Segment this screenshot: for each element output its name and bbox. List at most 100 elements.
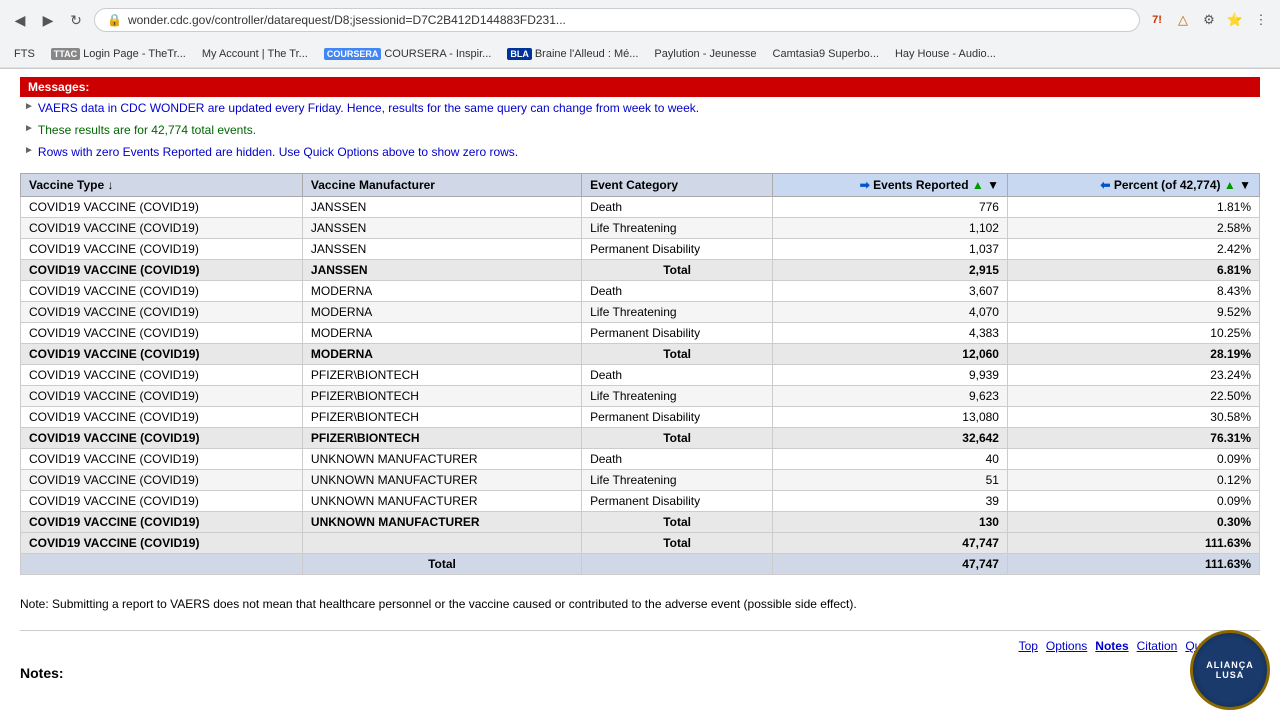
footer-link-citation[interactable]: Citation <box>1137 639 1178 653</box>
table-cell-manufacturer: PFIZER\BIONTECH <box>302 428 581 449</box>
table-cell-manufacturer: PFIZER\BIONTECH <box>302 365 581 386</box>
table-cell-vaccine-type: COVID19 VACCINE (COVID19) <box>21 533 303 554</box>
bookmark-fts[interactable]: FTS <box>8 46 41 62</box>
table-cell-vaccine-type: COVID19 VACCINE (COVID19) <box>21 281 303 302</box>
message-arrow-icon: ► <box>24 121 34 136</box>
message-text-3: Rows with zero Events Reported are hidde… <box>38 143 518 161</box>
bookmark-ttac[interactable]: TTAC Login Page - TheTr... <box>45 46 192 62</box>
table-cell-events: 3,607 <box>773 281 1008 302</box>
table-cell-vaccine-type: COVID19 VACCINE (COVID19) <box>21 218 303 239</box>
footer-link-notes[interactable]: Notes <box>1095 639 1128 653</box>
bookmark-hayhouse[interactable]: Hay House - Audio... <box>889 46 1002 62</box>
table-cell-category: Total <box>582 260 773 281</box>
table-cell-category: Death <box>582 365 773 386</box>
arrow-left-icon: ⬅ <box>1100 178 1110 192</box>
reload-button[interactable]: ↻ <box>64 8 88 32</box>
table-cell-events: 47,747 <box>773 554 1008 575</box>
forward-button[interactable]: ▶ <box>36 8 60 32</box>
table-cell-percent: 2.42% <box>1007 239 1259 260</box>
notes-heading: Notes: <box>20 661 1260 685</box>
col-header-event-category[interactable]: Event Category <box>582 174 773 197</box>
table-cell-manufacturer: UNKNOWN MANUFACTURER <box>302 449 581 470</box>
table-cell-category <box>582 554 773 575</box>
message-arrow-icon: ► <box>24 143 34 158</box>
table-cell-category: Permanent Disability <box>582 491 773 512</box>
table-cell-events: 2,915 <box>773 260 1008 281</box>
watermark-text: ALIANÇA LUSA <box>1206 660 1254 680</box>
table-cell-manufacturer: JANSSEN <box>302 239 581 260</box>
table-cell-percent: 0.09% <box>1007 491 1259 512</box>
bookmark-label: Camtasia9 Superbo... <box>773 48 879 60</box>
url-text: wonder.cdc.gov/controller/datarequest/D8… <box>128 13 1127 27</box>
table-cell-manufacturer: UNKNOWN MANUFACTURER <box>302 512 581 533</box>
table-cell-percent: 30.58% <box>1007 407 1259 428</box>
bookmark-coursera[interactable]: COURSERA COURSERA - Inspir... <box>318 46 498 62</box>
address-bar[interactable]: 🔒 wonder.cdc.gov/controller/datarequest/… <box>94 8 1140 32</box>
bookmark-camtasia[interactable]: Camtasia9 Superbo... <box>767 46 885 62</box>
table-cell-percent: 111.63% <box>1007 533 1259 554</box>
table-cell-category: Total <box>582 344 773 365</box>
table-cell-events: 9,623 <box>773 386 1008 407</box>
back-button[interactable]: ◀ <box>8 8 32 32</box>
table-cell-vaccine-type: COVID19 VACCINE (COVID19) <box>21 386 303 407</box>
table-cell-percent: 22.50% <box>1007 386 1259 407</box>
table-cell-events: 4,383 <box>773 323 1008 344</box>
table-cell-percent: 76.31% <box>1007 428 1259 449</box>
table-cell-category: Permanent Disability <box>582 239 773 260</box>
table-cell-events: 32,642 <box>773 428 1008 449</box>
table-cell-category: Total <box>582 512 773 533</box>
bookmark-label: COURSERA - Inspir... <box>384 48 491 60</box>
table-cell-vaccine-type: COVID19 VACCINE (COVID19) <box>21 407 303 428</box>
bookmark-myaccount[interactable]: My Account | The Tr... <box>196 46 314 62</box>
table-cell-category: Life Threatening <box>582 386 773 407</box>
table-cell-percent: 9.52% <box>1007 302 1259 323</box>
message-text-2: These results are for 42,774 total event… <box>38 121 256 139</box>
table-cell-events: 51 <box>773 470 1008 491</box>
note-section: Note: Submitting a report to VAERS does … <box>20 587 1260 622</box>
bookmark-label: Braine l'Alleud : Mé... <box>535 48 639 60</box>
bookmark-bla[interactable]: BLA Braine l'Alleud : Mé... <box>501 46 644 62</box>
bookmark-paylution[interactable]: Paylution - Jeunesse <box>648 46 762 62</box>
footer-link-top[interactable]: Top <box>1019 639 1038 653</box>
table-cell-events: 47,747 <box>773 533 1008 554</box>
col-header-percent[interactable]: ⬅ Percent (of 42,774) ▲ ▼ <box>1007 174 1259 197</box>
table-cell-percent: 10.25% <box>1007 323 1259 344</box>
table-cell-manufacturer: UNKNOWN MANUFACTURER <box>302 470 581 491</box>
message-item-2: ► These results are for 42,774 total eve… <box>20 119 1260 141</box>
message-item-3: ► Rows with zero Events Reported are hid… <box>20 141 1260 163</box>
table-cell-manufacturer: UNKNOWN MANUFACTURER <box>302 491 581 512</box>
alert-icon[interactable]: △ <box>1172 9 1194 31</box>
col-header-manufacturer[interactable]: Vaccine Manufacturer <box>302 174 581 197</box>
shield-icon[interactable]: 7! <box>1146 9 1168 31</box>
bookmarks-bar: FTS TTAC Login Page - TheTr... My Accoun… <box>0 40 1280 68</box>
bookmark-label: FTS <box>14 48 35 60</box>
table-cell-manufacturer: Total <box>302 554 581 575</box>
bookmark-star-icon[interactable]: ⭐ <box>1224 9 1246 31</box>
settings-icon[interactable]: ⚙ <box>1198 9 1220 31</box>
table-cell-percent: 0.12% <box>1007 470 1259 491</box>
table-cell-manufacturer: MODERNA <box>302 281 581 302</box>
message-text-1: VAERS data in CDC WONDER are updated eve… <box>38 99 699 117</box>
col-header-vaccine-type[interactable]: Vaccine Type ↓ <box>21 174 303 197</box>
table-cell-category: Permanent Disability <box>582 323 773 344</box>
more-icon[interactable]: ⋮ <box>1250 9 1272 31</box>
watermark-logo: ALIANÇA LUSA <box>1190 630 1270 710</box>
browser-toolbar: ◀ ▶ ↻ 🔒 wonder.cdc.gov/controller/datare… <box>0 0 1280 40</box>
footer-link-options[interactable]: Options <box>1046 639 1087 653</box>
table-cell-events: 776 <box>773 197 1008 218</box>
sort-down-icon: ▼ <box>987 178 999 192</box>
arrow-right-icon: ➡ <box>860 178 870 192</box>
table-cell-vaccine-type: COVID19 VACCINE (COVID19) <box>21 470 303 491</box>
table-cell-vaccine-type <box>21 554 303 575</box>
nav-buttons: ◀ ▶ ↻ <box>8 8 88 32</box>
table-cell-events: 1,102 <box>773 218 1008 239</box>
table-cell-percent: 0.30% <box>1007 512 1259 533</box>
message-arrow-icon: ► <box>24 99 34 114</box>
table-cell-category: Total <box>582 428 773 449</box>
page-content: Messages: ► VAERS data in CDC WONDER are… <box>0 69 1280 721</box>
browser-chrome: ◀ ▶ ↻ 🔒 wonder.cdc.gov/controller/datare… <box>0 0 1280 69</box>
table-cell-vaccine-type: COVID19 VACCINE (COVID19) <box>21 239 303 260</box>
col-header-events-reported[interactable]: ➡ Events Reported ▲ ▼ <box>773 174 1008 197</box>
table-cell-events: 9,939 <box>773 365 1008 386</box>
table-cell-vaccine-type: COVID19 VACCINE (COVID19) <box>21 428 303 449</box>
